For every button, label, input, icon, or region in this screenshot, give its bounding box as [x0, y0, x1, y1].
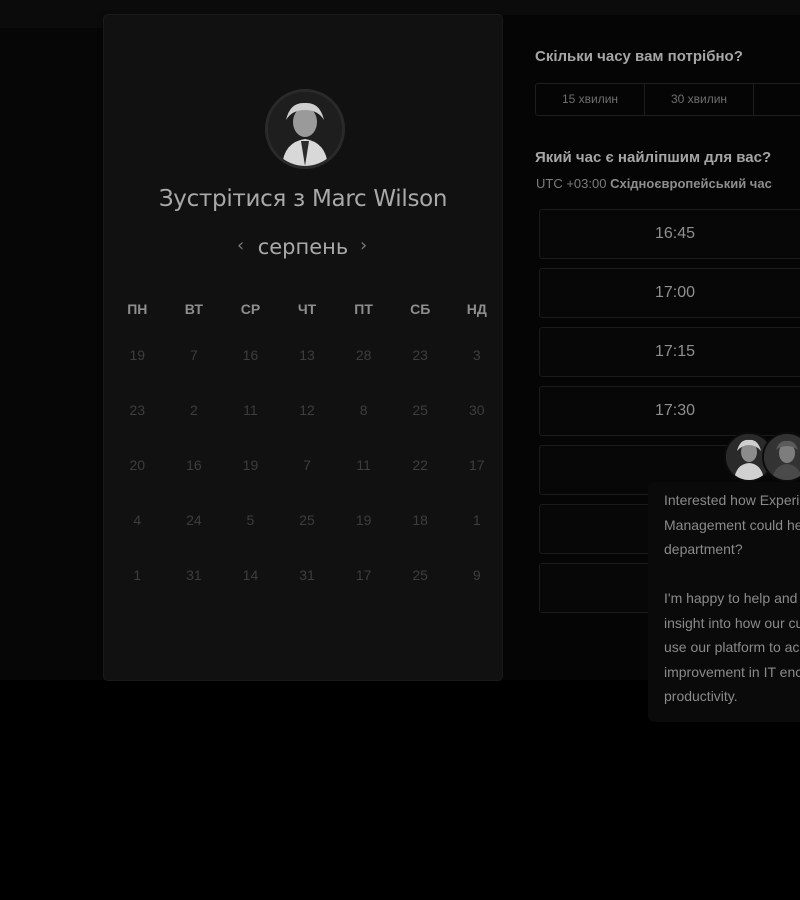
weekday-sun: НД [466, 301, 487, 317]
chevron-right-icon[interactable]: › [360, 235, 367, 256]
time-question: Який час є найліпшим для вас? [535, 149, 772, 166]
calendar-day[interactable]: 25 [392, 567, 449, 622]
calendar-day[interactable]: 28 [335, 347, 392, 402]
calendar-day[interactable]: 14 [222, 567, 279, 622]
calendar-day[interactable]: 9 [448, 567, 505, 622]
timezone-name: Східноєвропейський час [610, 176, 772, 191]
weekday-thu: ЧТ [297, 301, 317, 317]
calendar-day[interactable]: 19 [335, 512, 392, 567]
calendar-day[interactable]: 17 [448, 457, 505, 512]
calendar-day[interactable]: 19 [109, 347, 166, 402]
calendar-day[interactable]: 1 [109, 567, 166, 622]
calendar-week: 20 16 19 7 11 22 17 [109, 457, 505, 512]
calendar-day[interactable]: 11 [222, 402, 279, 457]
booking-title: Зустрітися з Marc Wilson [158, 186, 448, 212]
calendar-day[interactable]: 18 [392, 512, 449, 567]
month-label: серпень [257, 235, 349, 259]
calendar-day[interactable]: 31 [279, 567, 336, 622]
calendar-day[interactable]: 5 [222, 512, 279, 567]
weekday-fri: ПТ [354, 301, 373, 317]
weekday-mon: ПН [127, 301, 148, 317]
duration-option-15[interactable]: 15 хвилин [536, 84, 645, 115]
month-navigation: ‹ серпень › [104, 233, 502, 263]
calendar-day[interactable]: 4 [109, 512, 166, 567]
timezone-label[interactable]: UTC +03:00 Східноєвропейський час [536, 176, 772, 191]
calendar-day[interactable]: 25 [392, 402, 449, 457]
weekday-header: ПН ВТ СР ЧТ ПТ СБ НД [109, 301, 505, 317]
duration-selector: 15 хвилин 30 хвилин 1 г [535, 83, 800, 116]
calendar-week: 1 31 14 31 17 25 9 [109, 567, 505, 622]
calendar-day[interactable]: 23 [392, 347, 449, 402]
calendar-day[interactable]: 24 [166, 512, 223, 567]
calendar-day[interactable]: 19 [222, 457, 279, 512]
chat-message: Interested how Experi Management could h… [664, 492, 800, 704]
calendar-day[interactable]: 17 [335, 567, 392, 622]
calendar-day[interactable]: 16 [222, 347, 279, 402]
time-slot[interactable]: 16:45 [539, 209, 800, 259]
calendar-day[interactable]: 31 [166, 567, 223, 622]
calendar-day[interactable]: 16 [166, 457, 223, 512]
calendar-week: 4 24 5 25 19 18 1 [109, 512, 505, 567]
chat-agent-avatars[interactable] [724, 432, 800, 482]
calendar-grid: 19 7 16 13 28 23 3 23 2 11 12 8 25 30 20… [109, 347, 505, 622]
time-slot[interactable]: 17:15 [539, 327, 800, 377]
calendar-day[interactable]: 20 [109, 457, 166, 512]
host-avatar [265, 89, 345, 169]
calendar-day[interactable]: 2 [166, 402, 223, 457]
calendar-day[interactable]: 8 [335, 402, 392, 457]
chevron-left-icon[interactable]: ‹ [237, 235, 244, 256]
agent-avatar [762, 432, 800, 482]
calendar-week: 23 2 11 12 8 25 30 [109, 402, 505, 457]
calendar-day[interactable]: 11 [335, 457, 392, 512]
calendar-day[interactable]: 7 [279, 457, 336, 512]
weekday-sat: СБ [410, 301, 431, 317]
calendar-day[interactable]: 30 [448, 402, 505, 457]
calendar-day[interactable]: 3 [448, 347, 505, 402]
calendar-day[interactable]: 12 [279, 402, 336, 457]
calendar-week: 19 7 16 13 28 23 3 [109, 347, 505, 402]
calendar-day[interactable]: 23 [109, 402, 166, 457]
calendar-day[interactable]: 25 [279, 512, 336, 567]
weekday-wed: СР [240, 301, 261, 317]
calendar-day[interactable]: 22 [392, 457, 449, 512]
duration-question: Скільки часу вам потрібно? [535, 48, 743, 65]
duration-option-60[interactable]: 1 г [754, 84, 800, 115]
weekday-tue: ВТ [184, 301, 203, 317]
duration-option-30[interactable]: 30 хвилин [645, 84, 754, 115]
booking-card: Зустрітися з Marc Wilson ‹ серпень › ПН … [104, 15, 502, 680]
calendar-day[interactable]: 7 [166, 347, 223, 402]
time-slot[interactable]: 17:00 [539, 268, 800, 318]
timezone-offset: UTC +03:00 [536, 176, 607, 191]
time-slot[interactable]: 17:30 [539, 386, 800, 436]
calendar-day[interactable]: 1 [448, 512, 505, 567]
calendar-day[interactable]: 13 [279, 347, 336, 402]
